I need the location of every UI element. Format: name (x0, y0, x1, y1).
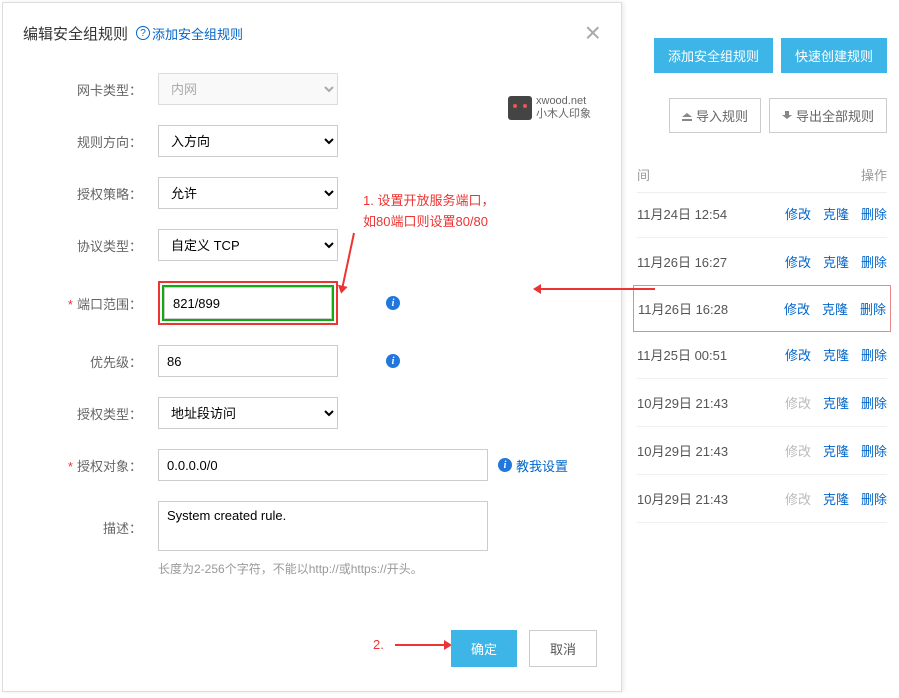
annotation-arrow-2 (395, 644, 450, 646)
port-label: *端口范围： (23, 294, 158, 313)
table-row: 10月29日 21:43修改克隆删除 (637, 379, 887, 427)
priority-label: 优先级： (23, 352, 158, 371)
edit-link[interactable]: 修改 (785, 252, 811, 271)
delete-link[interactable]: 删除 (861, 393, 887, 412)
direction-label: 规则方向： (23, 132, 158, 151)
auth-type-select[interactable]: 地址段访问 (158, 397, 338, 429)
edit-link[interactable]: 修改 (785, 204, 811, 223)
clone-link[interactable]: 克隆 (823, 252, 849, 271)
direction-select[interactable]: 入方向 (158, 125, 338, 157)
edit-link[interactable]: 修改 (785, 441, 811, 460)
table-row: 10月29日 21:43修改克隆删除 (637, 475, 887, 523)
edit-link[interactable]: 修改 (785, 345, 811, 364)
confirm-button[interactable]: 确定 (451, 630, 517, 667)
import-rules-button[interactable]: 导入规则 (669, 98, 761, 133)
edit-link[interactable]: 修改 (784, 299, 810, 318)
protocol-select[interactable]: 自定义 TCP (158, 229, 338, 261)
download-icon (782, 111, 792, 121)
help-link[interactable]: ?添加安全组规则 (136, 24, 243, 43)
annotation-2: 2. (373, 637, 384, 652)
priority-input[interactable] (158, 345, 338, 377)
edit-link[interactable]: 修改 (785, 393, 811, 412)
auth-type-label: 授权类型： (23, 404, 158, 423)
row-time: 11月24日 12:54 (637, 204, 785, 223)
row-time: 11月26日 16:27 (637, 252, 785, 271)
clone-link[interactable]: 克隆 (823, 204, 849, 223)
delete-link[interactable]: 删除 (861, 204, 887, 223)
info-icon[interactable]: i (386, 296, 400, 310)
upload-icon (682, 111, 692, 121)
add-rule-button[interactable]: 添加安全组规则 (654, 38, 773, 73)
description-label: 描述： (23, 518, 158, 537)
policy-select[interactable]: 允许 (158, 177, 338, 209)
delete-link[interactable]: 删除 (861, 441, 887, 460)
port-range-input[interactable] (164, 287, 332, 319)
export-rules-button[interactable]: 导出全部规则 (769, 98, 887, 133)
auth-object-label: *授权对象： (23, 456, 158, 475)
delete-link[interactable]: 删除 (861, 489, 887, 508)
table-row: 10月29日 21:43修改克隆删除 (637, 427, 887, 475)
row-time: 10月29日 21:43 (637, 441, 785, 460)
annotation-1: 1. 设置开放服务端口，如80端口则设置80/80 (363, 191, 543, 233)
info-icon: i (498, 458, 512, 472)
description-hint: 长度为2-256个字符，不能以http://或https://开头。 (158, 560, 601, 577)
row-time: 11月25日 00:51 (637, 345, 785, 364)
protocol-label: 协议类型： (23, 236, 158, 255)
description-textarea[interactable]: System created rule. (158, 501, 488, 551)
clone-link[interactable]: 克隆 (822, 299, 848, 318)
nic-label: 网卡类型： (23, 80, 158, 99)
table-row: 11月24日 12:54修改克隆删除 (637, 190, 887, 238)
modal-title: 编辑安全组规则 (23, 23, 128, 44)
auth-object-input[interactable] (158, 449, 488, 481)
table-row: 11月26日 16:27修改克隆删除 (637, 238, 887, 286)
delete-link[interactable]: 删除 (861, 252, 887, 271)
clone-link[interactable]: 克隆 (823, 489, 849, 508)
table-row: 11月26日 16:28修改克隆删除 (633, 285, 891, 332)
nic-select[interactable]: 内网 (158, 73, 338, 105)
quick-create-button[interactable]: 快速创建规则 (781, 38, 887, 73)
teach-me-link[interactable]: i教我设置 (498, 456, 568, 475)
background-page: 回 添加安全组规则 快速创建规则 导入规则 导出全部规则 间 操作 11月24日… (629, 0, 899, 698)
delete-link[interactable]: 删除 (860, 299, 886, 318)
edit-link[interactable]: 修改 (785, 489, 811, 508)
clone-link[interactable]: 克隆 (823, 345, 849, 364)
help-icon: ? (136, 26, 150, 40)
delete-link[interactable]: 删除 (861, 345, 887, 364)
table-row: 11月25日 00:51修改克隆删除 (637, 331, 887, 379)
clone-link[interactable]: 克隆 (823, 441, 849, 460)
row-time: 10月29日 21:43 (637, 489, 785, 508)
row-time: 11月26日 16:28 (638, 299, 784, 318)
edit-rule-modal: 编辑安全组规则 ?添加安全组规则 × xwood.net小木人印象 网卡类型： … (2, 2, 622, 692)
policy-label: 授权策略： (23, 184, 158, 203)
close-icon[interactable]: × (585, 19, 601, 47)
table-header: 间 操作 (637, 165, 887, 193)
annotation-arrow-row (535, 288, 655, 290)
clone-link[interactable]: 克隆 (823, 393, 849, 412)
cancel-button[interactable]: 取消 (529, 630, 597, 667)
info-icon[interactable]: i (386, 354, 400, 368)
row-time: 10月29日 21:43 (637, 393, 785, 412)
